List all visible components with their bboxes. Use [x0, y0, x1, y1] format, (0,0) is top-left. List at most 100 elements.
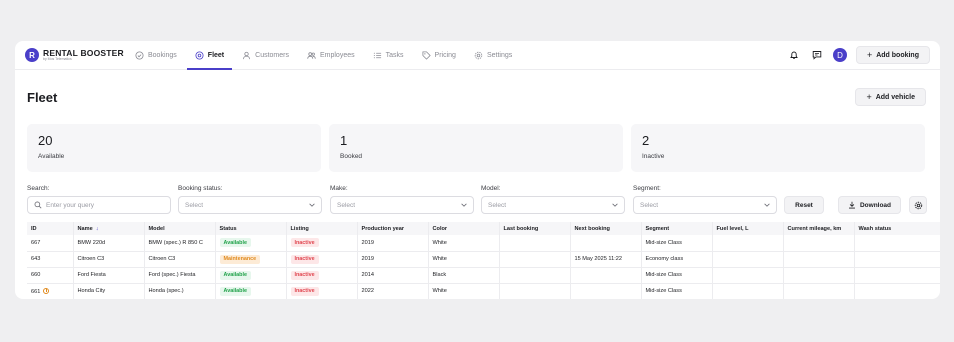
stat-label: Available — [38, 153, 65, 160]
col-id[interactable]: ID — [27, 222, 74, 235]
search-input[interactable]: Enter your query — [27, 196, 171, 214]
model-select[interactable]: Select — [481, 196, 625, 214]
cell-mileage — [783, 251, 855, 268]
col-color[interactable]: Color — [428, 222, 500, 235]
bell-icon[interactable] — [787, 48, 801, 62]
nav-customers-label: Customers — [255, 52, 289, 59]
cell-name: Ford Fiesta — [73, 267, 145, 284]
make-value: Select — [337, 201, 356, 209]
download-label: Download — [859, 201, 892, 209]
col-wash-status[interactable]: Wash status — [854, 222, 940, 235]
table-row[interactable]: 661 Honda City Honda (spec.) Available I… — [27, 283, 940, 299]
nav-settings[interactable]: Settings — [466, 41, 520, 70]
cell-fuel — [712, 267, 784, 284]
col-production-year[interactable]: Production year — [357, 222, 429, 235]
search-placeholder: Enter your query — [46, 201, 95, 209]
add-vehicle-button[interactable]: + Add vehicle — [855, 88, 926, 106]
sort-down-icon[interactable]: ↓ — [96, 226, 99, 232]
add-vehicle-label: Add vehicle — [875, 93, 915, 101]
stat-booked: 1 Booked — [329, 124, 623, 172]
table-row[interactable]: 660 Ford Fiesta Ford (spec.) Fiesta Avai… — [27, 267, 940, 284]
cell-name: BMW 220d — [73, 235, 145, 252]
main-nav: Bookings Fleet Customers Employees Tasks… — [127, 41, 522, 70]
segment-select[interactable]: Select — [633, 196, 777, 214]
cell-mileage — [783, 267, 855, 284]
cell-name: Honda City — [73, 283, 145, 299]
cell-last-booking — [499, 283, 571, 299]
make-label: Make: — [330, 185, 348, 192]
col-model[interactable]: Model — [144, 222, 216, 235]
listing-badge: Inactive — [290, 254, 319, 264]
col-fuel-level[interactable]: Fuel level, L — [712, 222, 784, 235]
booking-status-select[interactable]: Select — [178, 196, 322, 214]
cell-status: Available — [215, 267, 287, 284]
reset-button[interactable]: Reset — [784, 196, 824, 214]
cell-listing: Inactive — [286, 283, 358, 299]
listing-badge: Inactive — [290, 270, 319, 280]
nav-employees[interactable]: Employees — [299, 41, 363, 70]
nav-tasks[interactable]: Tasks — [365, 41, 412, 70]
cell-id: 660 — [27, 267, 74, 284]
col-next-booking[interactable]: Next booking — [570, 222, 642, 235]
page-title: Fleet — [27, 90, 58, 105]
col-listing[interactable]: Listing — [286, 222, 358, 235]
fleet-icon — [195, 51, 204, 60]
cell-last-booking — [499, 235, 571, 252]
tag-icon — [422, 51, 431, 60]
col-segment[interactable]: Segment — [641, 222, 713, 235]
users-icon — [307, 51, 316, 60]
model-label: Model: — [481, 185, 501, 192]
cell-year: 2022 — [357, 283, 429, 299]
nav-fleet-label: Fleet — [207, 52, 225, 59]
cell-last-booking — [499, 251, 571, 268]
avatar[interactable]: D — [832, 48, 847, 62]
listing-badge: Inactive — [290, 238, 319, 248]
cell-mileage — [783, 235, 855, 252]
stat-value: 1 — [340, 133, 348, 148]
cell-wash — [854, 283, 940, 299]
download-button[interactable]: Download — [838, 196, 901, 214]
plus-icon: + — [866, 92, 872, 102]
warning-icon[interactable] — [43, 287, 50, 294]
nav-bookings[interactable]: Bookings — [127, 41, 185, 70]
cell-id: 643 — [27, 251, 74, 268]
status-badge: Available — [219, 238, 251, 248]
cell-status: Available — [215, 235, 287, 252]
table-row[interactable]: 667 BMW 220d BMW (spec.) R 850 C Availab… — [27, 235, 940, 252]
add-booking-button[interactable]: + Add booking — [855, 46, 930, 64]
chat-icon[interactable] — [810, 48, 824, 62]
make-select[interactable]: Select — [330, 196, 474, 214]
status-badge: Maintenance — [219, 254, 261, 264]
cell-color: White — [428, 235, 500, 252]
app-window: R RENTAL BOOSTER by Mos Telematics Booki… — [15, 41, 940, 299]
col-status[interactable]: Status — [215, 222, 287, 235]
cell-name: Citroen C3 — [73, 251, 145, 268]
col-last-booking[interactable]: Last booking — [499, 222, 571, 235]
cell-id: 667 — [27, 235, 74, 252]
cell-color: Black — [428, 267, 500, 284]
cell-listing: Inactive — [286, 235, 358, 252]
cell-model: BMW (spec.) R 850 C — [144, 235, 216, 252]
nav-customers[interactable]: Customers — [234, 41, 297, 70]
nav-employees-label: Employees — [319, 52, 355, 59]
col-name[interactable]: Name ↓ — [73, 222, 145, 235]
cell-segment: Economy class — [641, 251, 713, 268]
stat-label: Inactive — [642, 153, 665, 160]
plus-icon: + — [866, 50, 873, 60]
nav-pricing[interactable]: Pricing — [414, 41, 464, 70]
logo[interactable]: R RENTAL BOOSTER by Mos Telematics — [25, 48, 124, 62]
cell-year: 2019 — [357, 235, 429, 252]
cell-id: 661 — [27, 283, 74, 299]
cell-segment: Mid-size Class — [641, 283, 713, 299]
cell-model: Citroen C3 — [144, 251, 216, 268]
cell-next-booking: 15 May 2025 11:22 — [570, 251, 642, 268]
status-badge: Available — [219, 286, 251, 296]
user-icon — [242, 51, 251, 60]
cell-status: Maintenance — [215, 251, 287, 268]
table-settings-button[interactable] — [909, 196, 927, 214]
cell-status: Available — [215, 283, 287, 299]
nav-fleet[interactable]: Fleet — [186, 41, 233, 70]
table-row[interactable]: 643 Citroen C3 Citroen C3 Maintenance In… — [27, 251, 940, 268]
col-current-mileage[interactable]: Current mileage, km — [783, 222, 855, 235]
cell-listing: Inactive — [286, 251, 358, 268]
